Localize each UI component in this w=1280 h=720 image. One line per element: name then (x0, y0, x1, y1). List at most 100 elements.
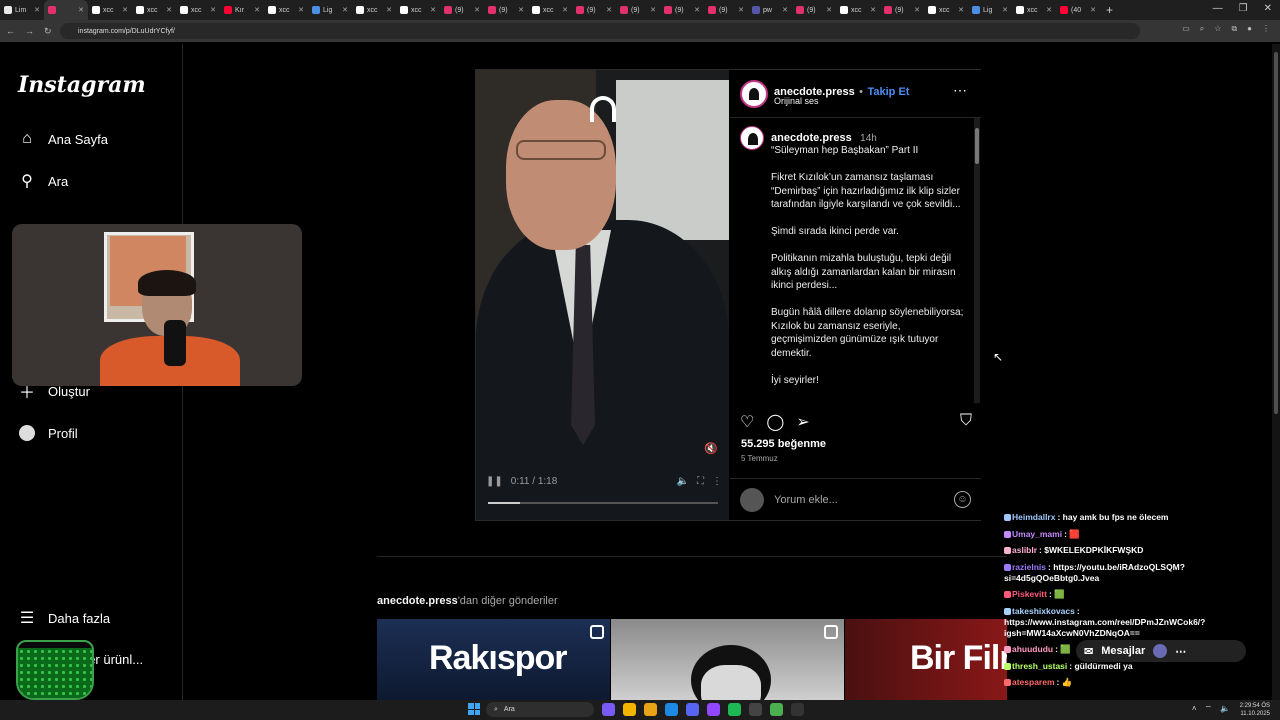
tab-close-icon[interactable]: ✕ (518, 6, 524, 14)
taskbar-search[interactable]: ⌕ Ara (486, 702, 594, 717)
tab-close-icon[interactable]: ✕ (738, 6, 744, 14)
more-posts-username[interactable]: anecdote.press (377, 595, 458, 607)
tab-close-icon[interactable]: ✕ (254, 6, 260, 14)
profile-avatar-icon[interactable]: ● (1247, 24, 1252, 34)
browser-tab[interactable]: (9) ✕ (880, 0, 924, 20)
clock[interactable]: 2:29:54 ÖS 11.10.2025 (1240, 702, 1270, 718)
follow-button[interactable]: Takip Et (867, 86, 909, 98)
browser-tab[interactable]: xcc ✕ (1012, 0, 1056, 20)
browser-tab[interactable]: xcc ✕ (264, 0, 308, 20)
taskbar-app-icon[interactable] (602, 703, 615, 716)
tab-close-icon[interactable]: ✕ (1090, 6, 1096, 14)
video-more-icon[interactable]: ⋮ (712, 476, 722, 487)
tab-close-icon[interactable]: ✕ (78, 6, 84, 14)
tab-close-icon[interactable]: ✕ (562, 6, 568, 14)
tab-close-icon[interactable]: ✕ (1046, 6, 1052, 14)
browser-tab[interactable]: pw ✕ (748, 0, 792, 20)
browser-tab[interactable]: Kır ✕ (220, 0, 264, 20)
more-post-2[interactable] (611, 619, 844, 700)
comment-input[interactable]: Yorum ekle... (774, 494, 838, 506)
obs-icon[interactable] (791, 703, 804, 716)
chrome-icon[interactable] (623, 703, 636, 716)
steam-icon[interactable] (749, 703, 762, 716)
tab-close-icon[interactable]: ✕ (870, 6, 876, 14)
tab-close-icon[interactable]: ✕ (342, 6, 348, 14)
fullscreen-icon[interactable]: ⛶ (697, 476, 704, 487)
spotify-icon[interactable] (728, 703, 741, 716)
wifi-icon[interactable]: ⌔ (1205, 704, 1213, 714)
browser-tab[interactable]: (40 ✕ (1056, 0, 1100, 20)
browser-tab[interactable]: Lim ✕ (0, 0, 44, 20)
mute-icon[interactable]: 🔇 (704, 442, 718, 455)
reload-icon[interactable]: ↻ (44, 26, 52, 37)
page-scrollbar[interactable] (1272, 44, 1280, 700)
browser-tab[interactable]: Lig ✕ (308, 0, 352, 20)
tab-close-icon[interactable]: ✕ (826, 6, 832, 14)
tab-close-icon[interactable]: ✕ (694, 6, 700, 14)
tab-close-icon[interactable]: ✕ (210, 6, 216, 14)
twitch-icon[interactable] (707, 703, 720, 716)
tab-close-icon[interactable]: ✕ (474, 6, 480, 14)
bookmark-star-icon[interactable]: ☆ (1214, 24, 1221, 34)
emoji-icon[interactable]: ☺ (954, 491, 971, 508)
discord-icon[interactable] (686, 703, 699, 716)
browser-tab[interactable]: xcc ✕ (132, 0, 176, 20)
browser-tab[interactable]: xcc ✕ (88, 0, 132, 20)
messages-button[interactable]: ✉ Mesajlar ⋯ (1076, 640, 1246, 662)
caption-avatar[interactable] (740, 126, 764, 150)
browser-tab[interactable]: xcc ✕ (176, 0, 220, 20)
browser-tab[interactable]: (9) ✕ (484, 0, 528, 20)
browser-tab[interactable]: (9) ✕ (440, 0, 484, 20)
browser-tab[interactable]: Lig ✕ (968, 0, 1012, 20)
browser-tab[interactable]: (9) ✕ (660, 0, 704, 20)
zoom-icon[interactable]: ⌕ (1200, 24, 1204, 34)
close-window-icon[interactable]: ✕ (1264, 3, 1272, 14)
tab-close-icon[interactable]: ✕ (166, 6, 172, 14)
pause-icon[interactable]: ❚❚ (486, 476, 503, 487)
tab-close-icon[interactable]: ✕ (650, 6, 656, 14)
share-icon[interactable]: ➢ (796, 412, 809, 432)
tab-close-icon[interactable]: ✕ (1002, 6, 1008, 14)
tab-close-icon[interactable]: ✕ (386, 6, 392, 14)
browser-tab[interactable]: ✕ (44, 0, 88, 20)
browser-tab[interactable]: (9) ✕ (572, 0, 616, 20)
minimize-icon[interactable]: — (1213, 3, 1223, 14)
browser-tab[interactable]: (9) ✕ (704, 0, 748, 20)
caption-scroll-thumb[interactable] (975, 128, 979, 164)
instagram-logo[interactable]: Instagram (18, 72, 146, 98)
nav-more[interactable]: ☰ Daha fazla (18, 609, 110, 627)
nav-search[interactable]: ⚲ Ara (18, 172, 68, 190)
tab-close-icon[interactable]: ✕ (782, 6, 788, 14)
nav-profile[interactable]: Profil (18, 424, 78, 442)
back-icon[interactable]: ← (6, 26, 15, 36)
author-avatar[interactable] (740, 80, 768, 108)
url-field[interactable]: instagram.com/p/DLuUdrYCfyf/ (60, 23, 1140, 39)
restore-icon[interactable]: ❐ (1239, 3, 1248, 14)
new-tab-icon[interactable]: + (1106, 3, 1113, 17)
browser-tab[interactable]: (9) ✕ (616, 0, 660, 20)
caption-scrollbar[interactable] (974, 118, 980, 403)
tab-close-icon[interactable]: ✕ (34, 6, 40, 14)
tab-close-icon[interactable]: ✕ (298, 6, 304, 14)
browser-tab[interactable]: xcc ✕ (396, 0, 440, 20)
volume-tray-icon[interactable]: 🔈 (1220, 704, 1230, 714)
video-progress-bar[interactable] (488, 502, 718, 504)
browser-tab[interactable]: xcc ✕ (352, 0, 396, 20)
windows-start-icon[interactable] (468, 703, 480, 715)
post-video[interactable]: 🔇 ❚❚ 0:11 / 1:18 🔈 ⛶ ⋮ (476, 70, 729, 520)
page-scroll-thumb[interactable] (1274, 52, 1278, 414)
audio-label[interactable]: Orijinal ses (774, 96, 819, 106)
edge-icon[interactable] (665, 703, 678, 716)
extensions-icon[interactable]: ⧉ (1231, 24, 1237, 34)
nav-home[interactable]: ⌂ Ana Sayfa (18, 130, 108, 148)
browser-tab[interactable]: xcc ✕ (924, 0, 968, 20)
more-post-1[interactable]: Rakıspor (377, 619, 610, 700)
save-icon[interactable]: ⛉ (960, 412, 972, 432)
forward-icon[interactable]: → (25, 26, 34, 36)
likes-count[interactable]: 55.295 beğenme (741, 438, 826, 450)
browser-tab[interactable]: xcc ✕ (836, 0, 880, 20)
cast-icon[interactable]: ▭ (1182, 24, 1190, 34)
app-icon[interactable] (770, 703, 783, 716)
tab-close-icon[interactable]: ✕ (606, 6, 612, 14)
tray-chevron-icon[interactable]: ˄ (1192, 704, 1197, 714)
